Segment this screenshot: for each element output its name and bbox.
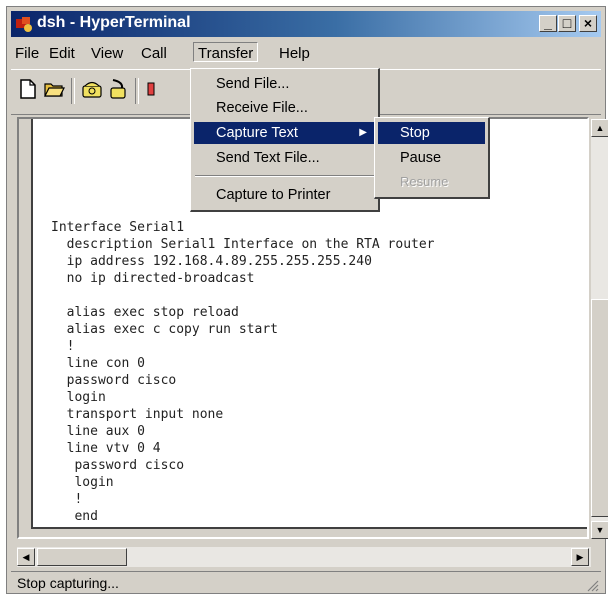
menu-item-receive-file[interactable]: Receive File...: [194, 97, 375, 119]
menu-edit[interactable]: Edit: [47, 45, 77, 62]
status-bar: Stop capturing...: [11, 571, 601, 594]
submenu-item-pause[interactable]: Pause: [378, 147, 485, 169]
horizontal-scroll-thumb[interactable]: [37, 548, 127, 566]
menu-item-send-file[interactable]: Send File...: [194, 73, 375, 95]
send-icon[interactable]: [145, 78, 167, 100]
scroll-down-icon[interactable]: ▼: [591, 521, 608, 539]
title-bar[interactable]: dsh - HyperTerminal _ □ ×: [11, 11, 601, 37]
submenu-item-resume: Resume: [400, 174, 449, 189]
menu-item-send-text-file[interactable]: Send Text File...: [194, 147, 375, 169]
menu-help[interactable]: Help: [277, 45, 312, 62]
connect-phone-icon[interactable]: [81, 78, 103, 100]
maximize-button[interactable]: □: [558, 15, 576, 32]
minimize-button[interactable]: _: [539, 15, 557, 32]
menu-file[interactable]: File: [13, 45, 41, 62]
menu-item-capture-text[interactable]: Capture Text ▶: [194, 122, 375, 144]
submenu-item-stop[interactable]: Stop: [378, 122, 485, 144]
toolbar-separator: [71, 78, 75, 104]
menu-item-capture-text-label: Capture Text: [216, 125, 298, 141]
vertical-scrollbar[interactable]: ▲ ▼: [591, 119, 608, 539]
capture-text-submenu: Stop Pause Resume: [374, 117, 490, 199]
horizontal-scrollbar[interactable]: ◀ ▶: [17, 547, 591, 567]
close-button[interactable]: ×: [579, 15, 597, 32]
new-document-icon[interactable]: [17, 78, 39, 100]
submenu-arrow-icon: ▶: [359, 127, 367, 138]
status-text: Stop capturing...: [17, 575, 119, 591]
scroll-right-icon[interactable]: ▶: [571, 548, 589, 566]
scroll-left-icon[interactable]: ◀: [17, 548, 35, 566]
hyperterminal-app-icon: [16, 17, 32, 32]
menu-bar: File Edit View Call Transfer Help: [11, 41, 601, 67]
vertical-scroll-thumb[interactable]: [591, 299, 608, 517]
window-title: dsh - HyperTerminal: [37, 14, 191, 31]
disconnect-phone-icon[interactable]: [107, 78, 129, 100]
terminal-output: Interface Serial1 description Serial1 In…: [51, 220, 435, 524]
menu-item-capture-to-printer[interactable]: Capture to Printer: [194, 184, 375, 206]
toolbar-separator: [135, 78, 139, 104]
scroll-up-icon[interactable]: ▲: [591, 119, 608, 137]
menu-separator: [195, 175, 374, 177]
menu-view[interactable]: View: [89, 45, 125, 62]
open-folder-icon[interactable]: [43, 78, 65, 100]
menu-call[interactable]: Call: [139, 45, 169, 62]
transfer-menu: Send File... Receive File... Capture Tex…: [190, 68, 380, 212]
resize-grip-icon[interactable]: [585, 578, 599, 592]
menu-transfer[interactable]: Transfer: [193, 42, 259, 62]
